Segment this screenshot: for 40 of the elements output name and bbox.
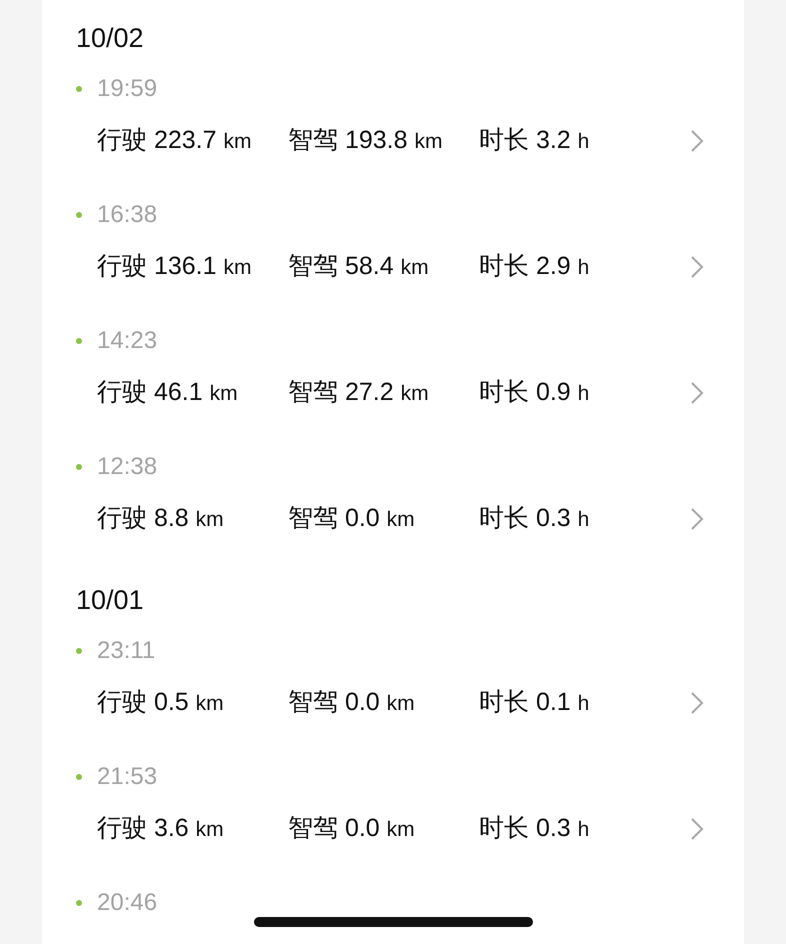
status-dot [76,338,82,344]
trip-stat: 智驾 0.0 km [288,687,416,718]
trip-time: 23:11 [97,636,156,666]
trip-stat: 行驶 223.7 km [97,125,252,156]
chevron-right-icon[interactable] [690,507,704,531]
trip-stat: 行驶 136.1 km [97,251,252,282]
trip-time: 20:46 [97,888,158,918]
trip-stat: 行驶 3.6 km [97,813,225,844]
trip-time: 14:23 [97,326,158,356]
trip-time: 12:38 [97,452,158,482]
trip-stat: 智驾 58.4 km [288,251,430,282]
status-dot [76,648,82,654]
chevron-right-icon[interactable] [690,817,704,841]
status-dot [76,212,82,218]
chevron-right-icon[interactable] [690,255,704,279]
trip-stat: 智驾 0.0 km [288,813,416,844]
status-dot [76,86,82,92]
status-dot [76,900,82,906]
trip-time: 21:53 [97,762,158,792]
trip-stat: 时长 0.1 h [479,687,590,718]
trip-stat: 时长 3.2 h [479,125,590,156]
status-dot [76,464,82,470]
chevron-right-icon[interactable] [690,129,704,153]
trip-time: 19:59 [97,74,158,104]
trip-stat: 时长 0.3 h [479,813,590,844]
trip-stat: 智驾 27.2 km [288,377,430,408]
status-dot [76,774,82,780]
trip-stat: 行驶 0.5 km [97,687,225,718]
trip-stat: 时长 0.9 h [479,377,590,408]
trip-stat: 智驾 0.0 km [288,503,416,534]
trip-stat: 时长 0.3 h [479,503,590,534]
trip-time: 16:38 [97,200,158,230]
chevron-right-icon[interactable] [690,381,704,405]
chevron-right-icon[interactable] [690,691,704,715]
date-heading: 10/01 [75,584,145,617]
trip-stat: 智驾 193.8 km [288,125,444,156]
trip-stat: 行驶 8.8 km [97,503,225,534]
trip-stat: 行驶 46.1 km [97,377,239,408]
trip-stat: 时长 2.9 h [479,251,590,282]
date-heading: 10/02 [75,22,145,55]
